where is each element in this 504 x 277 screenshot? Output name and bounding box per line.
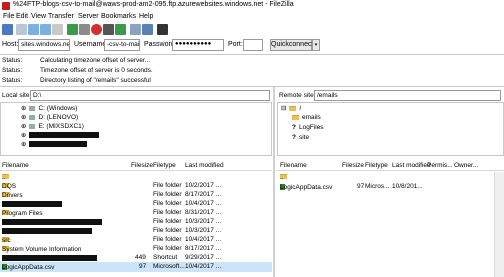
redacted-text [2,219,102,225]
drive-icon [29,105,36,111]
toggle-queue-icon[interactable] [52,24,63,35]
refresh-icon[interactable] [67,24,78,35]
quickconnect-bar: Host: sites.windows.net Username: -csv-t… [0,37,504,53]
redacted-text [2,255,97,261]
column-last-modified[interactable]: Last modified [392,162,431,169]
redacted-text [29,132,100,138]
title-bar: %24FTP-blogs-csv-to-mail@waws-prod-am2-0… [0,0,504,12]
tree-item-redacted[interactable]: ⊕ [21,140,88,148]
menu-edit[interactable]: Edit [16,13,28,20]
remote-site-path[interactable]: /emails [314,90,501,101]
quickconnect-history-dropdown[interactable]: ▾ [312,39,320,51]
drive-icon [29,123,36,129]
unknown-icon: ? [292,124,296,131]
remote-file-list-header: Filename Filesize Filetype Last modified… [277,160,504,171]
tree-item-logfiles[interactable]: ? LogFiles [292,124,324,131]
host-label: Host: [2,41,19,48]
column-filename[interactable]: Filename [2,162,29,169]
window-title: %24FTP-blogs-csv-to-mail@waws-prod-am2-0… [13,1,294,8]
list-item[interactable]: .. [277,172,504,182]
redacted-text [2,201,62,207]
column-filesize[interactable]: Filesize [342,162,364,169]
menu-bookmarks[interactable]: Bookmarks [101,13,136,20]
column-last-modified[interactable]: Last modified [185,162,224,169]
quickconnect-button[interactable]: Quickconnect [270,39,313,51]
toggle-remote-tree-icon[interactable] [40,24,51,35]
tree-item-root[interactable]: ⊟ / [281,104,301,113]
username-input[interactable]: -csv-to-mail [104,39,140,51]
reconnect-icon[interactable] [115,24,126,35]
column-permissions[interactable]: Permis... [427,162,453,169]
disconnect-icon[interactable] [103,24,114,35]
log-line: Status: Timezone offset of server is 0 se… [2,67,153,74]
local-site-bar: Local site: D:\ [0,90,272,102]
tree-item-d[interactable]: ⊕ D: (LENOVO) [21,113,78,122]
toggle-log-icon[interactable] [16,24,27,35]
tree-item-c[interactable]: ⊕ C: (Windows) [21,104,77,113]
password-input[interactable]: ●●●●●●●●●● [172,39,224,51]
port-input[interactable] [243,39,263,51]
local-directory-tree: ⊕ C: (Windows) ⊕ D: (LENOVO) ⊕ E: (MIXSDXC1… [0,102,272,156]
log-line: Status: Directory listing of "/emails" su… [2,77,151,84]
list-item[interactable]: LogicAppData.csv 97 Micros... 10/8/201... [277,182,504,192]
pane-splitter[interactable] [273,87,275,277]
local-file-list-header: Filename Filesize Filetype Last modified [0,160,272,171]
menu-server[interactable]: Server [78,13,99,20]
log-line: Status: Calculating timezone offset of se… [2,57,151,64]
column-filesize[interactable]: Filesize [131,162,153,169]
folder-icon [292,115,299,120]
menu-view[interactable]: View [31,13,46,20]
column-filetype[interactable]: Filetype [153,162,176,169]
menu-transfer[interactable]: Transfer [48,13,74,20]
tree-item-redacted[interactable]: ⊕ [21,131,100,139]
menu-bar: File Edit View Transfer Server Bookmarks… [0,12,504,23]
site-manager-icon[interactable] [2,24,13,35]
cancel-icon[interactable] [91,24,102,35]
remote-directory-tree: ⊟ / emails ? LogFiles ? site [277,102,504,156]
filezilla-app-icon [2,2,10,10]
folder-icon [289,105,297,111]
toggle-tree-icon[interactable] [28,24,39,35]
process-queue-icon[interactable] [79,24,90,35]
local-site-path[interactable]: D:\ [30,90,270,101]
list-item[interactable]: LogicAppData.csv 97 Microsoft... 10/4/2017 … [0,262,272,272]
remote-site-label: Remote site: [279,92,316,99]
column-owner[interactable]: Owner... [454,162,478,169]
menu-help[interactable]: Help [139,13,153,20]
local-file-list: .. DQS File folder 10/2/2017 ... Drivers Fi… [0,172,272,277]
tree-item-site[interactable]: ? site [292,134,309,141]
remote-list-scrollbar[interactable] [494,172,504,277]
sync-browsing-icon[interactable] [142,24,153,35]
tree-item-emails[interactable]: emails [292,114,321,121]
unknown-icon: ? [292,134,296,141]
toolbar [0,23,504,37]
remote-site-bar: Remote site: /emails [277,90,504,102]
search-icon[interactable] [157,24,168,35]
port-label: Port: [228,41,243,48]
local-site-label: Local site: [2,92,32,99]
drive-icon [29,114,36,120]
redacted-text [29,141,88,147]
menu-file[interactable]: File [3,13,14,20]
remote-file-list: .. LogicAppData.csv 97 Micros... 10/8/201..… [277,172,504,277]
redacted-text [2,228,92,234]
column-filename[interactable]: Filename [280,162,307,169]
message-log: Status: Calculating timezone offset of se… [0,54,504,87]
tree-item-e[interactable]: ⊕ E: (MIXSDXC1) [21,122,84,131]
host-input[interactable]: sites.windows.net [18,39,70,51]
column-filetype[interactable]: Filetype [365,162,388,169]
directory-compare-icon[interactable] [130,24,141,35]
